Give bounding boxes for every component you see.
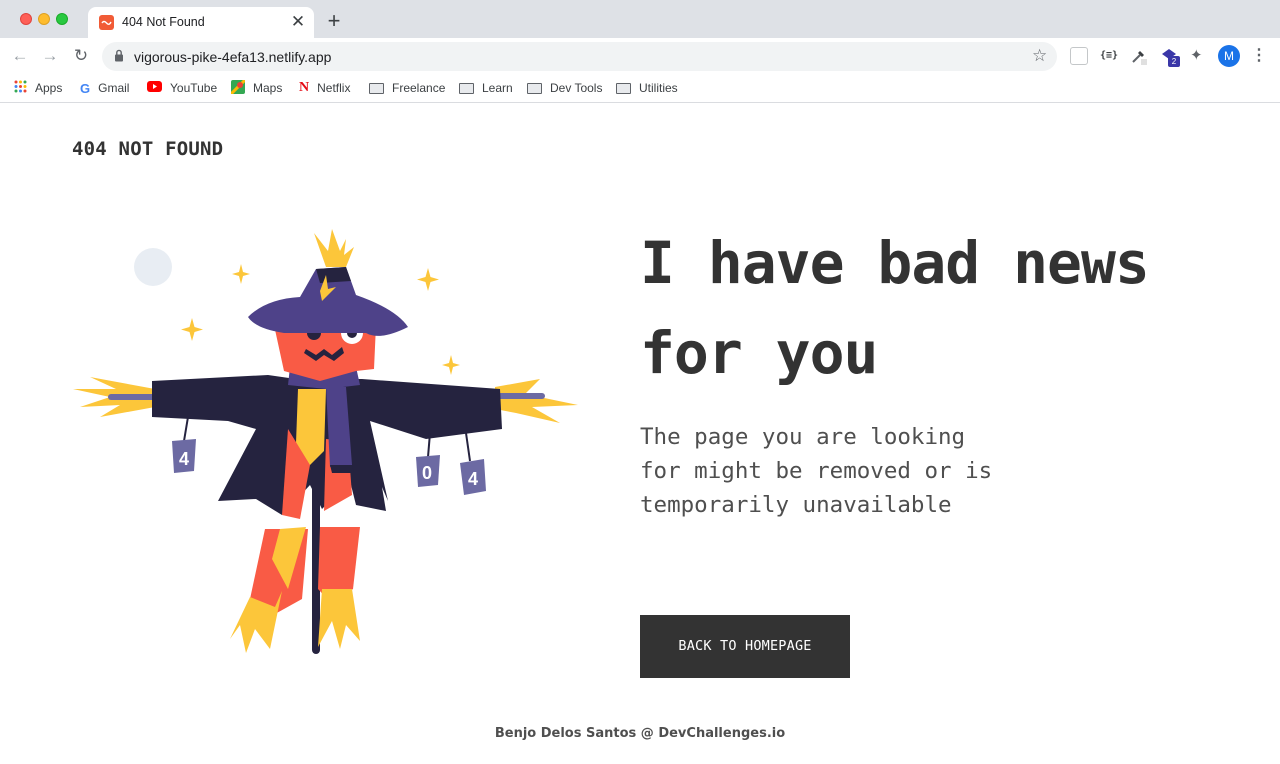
bookmark-label: Apps [35,81,63,95]
browser-menu-icon[interactable]: ⋮ [1250,45,1268,67]
bookmark-label: Learn [482,81,513,95]
page-footer-credit: Benjo Delos Santos @ DevChallenges.io [494,726,786,741]
can-label-left: 4 [179,449,189,469]
bookmark-star-icon[interactable]: ☆ [1032,46,1047,66]
lock-icon[interactable] [114,49,124,67]
page-description: The page you are looking for might be re… [640,424,993,518]
bookmark-maps[interactable]: Maps [229,78,283,98]
browser-tab[interactable]: 404 Not Found ✕ [88,7,314,38]
new-tab-button[interactable]: + [322,9,346,33]
puzzle-extensions-icon[interactable]: ✦ [1190,47,1208,65]
netflix-icon: N [299,80,310,95]
bookmark-gmail[interactable]: G Gmail [80,78,129,98]
bookmark-label: Freelance [392,81,446,95]
address-bar[interactable]: vigorous-pike-4efa13.netlify.app ☆ [102,42,1057,71]
can-label-middle: 0 [422,463,432,483]
window-zoom-button[interactable] [56,13,68,25]
back-button[interactable]: ← [7,43,33,69]
forward-button[interactable]: → [37,43,63,69]
bookmarks-bar: Apps G Gmail YouTube Maps N Netflix Free… [0,74,1280,103]
tab-title: 404 Not Found [122,15,205,29]
extension-badge: 2 [1168,56,1180,67]
can-label-right: 4 [468,469,478,489]
profile-avatar[interactable]: M [1218,45,1240,67]
window-close-button[interactable] [20,13,32,25]
back-to-homepage-button[interactable]: BACK TO HOMEPAGE [640,615,850,678]
youtube-icon [147,81,162,95]
bookmark-label: Netflix [317,81,351,95]
bookmark-netflix[interactable]: N Netflix [299,78,350,98]
bookmark-label: Utilities [639,81,678,95]
bookmark-folder-dev-tools[interactable]: Dev Tools [527,78,602,98]
site-brand[interactable]: 404 NOT FOUND [72,138,223,160]
reload-button[interactable]: ↻ [68,43,94,69]
bookmark-youtube[interactable]: YouTube [147,78,217,98]
maps-icon [229,78,247,97]
eyedropper-extension-icon[interactable] [1130,47,1148,65]
browser-tab-strip: 404 Not Found ✕ + [0,0,1280,38]
bookmark-label: YouTube [170,81,218,95]
page-content: 404 NOT FOUND 4 0 4 I have bad news for … [0,104,1280,764]
bookmark-folder-freelance[interactable]: Freelance [369,78,445,98]
bookmark-label: Dev Tools [550,81,603,95]
google-icon: G [80,80,91,96]
bookmark-label: Maps [253,81,283,95]
folder-icon [459,82,474,94]
url-text[interactable]: vigorous-pike-4efa13.netlify.app [134,49,331,65]
bookmark-label: Gmail [98,81,130,95]
page-headline: I have bad news for you [640,229,1150,387]
stacked-extension-icon[interactable]: 2 [1160,47,1180,67]
folder-icon [527,82,542,94]
browser-toolbar: ← → ↻ vigorous-pike-4efa13.netlify.app ☆… [0,38,1280,74]
scarecrow-illustration: 4 0 4 [70,229,585,654]
tab-close-icon[interactable]: ✕ [288,12,308,32]
bookmark-apps[interactable]: Apps [14,78,62,98]
bookmark-folder-learn[interactable]: Learn [459,78,513,98]
folder-icon [369,82,384,94]
json-formatter-extension-icon[interactable]: {≡} [1100,47,1118,65]
bookmark-folder-utilities[interactable]: Utilities [616,78,678,98]
folder-icon [616,82,631,94]
window-minimize-button[interactable] [38,13,50,25]
apps-grid-icon [14,80,27,96]
extension-grid-icon[interactable] [1070,47,1088,65]
site-favicon-icon [99,15,114,30]
